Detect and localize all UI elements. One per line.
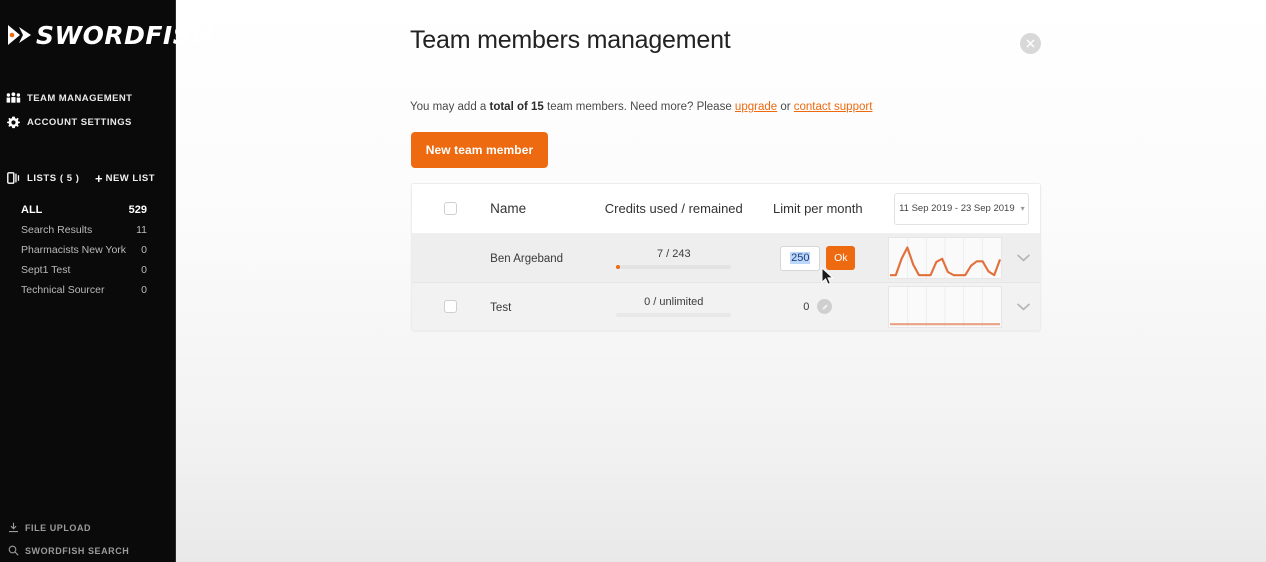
row-chart-cell	[884, 285, 1007, 328]
pencil-icon[interactable]	[817, 299, 833, 314]
sidebar-item-label: TEAM MANAGEMENT	[27, 92, 133, 104]
list-item[interactable]: Search Results 11	[0, 220, 175, 240]
list-item-count: 0	[141, 244, 147, 256]
header-credits-cell: Credits used / remained	[596, 201, 752, 216]
list-item-count: 0	[141, 264, 147, 276]
close-icon[interactable]	[1020, 33, 1041, 54]
column-header-limit: Limit per month	[773, 201, 863, 216]
credits-progress-bar	[616, 313, 732, 317]
row-name-cell: Ben Argeband	[488, 249, 595, 267]
sidebar-item-swordfish-search[interactable]: SWORDFISH SEARCH	[0, 539, 175, 562]
main-content: Team members management You may add a to…	[176, 0, 1266, 562]
limit-input[interactable]: 250	[780, 245, 821, 271]
quota-prefix: You may add a	[410, 101, 490, 113]
new-list-label: NEW LIST	[105, 172, 155, 184]
quota-conjunction: or	[777, 101, 794, 113]
lists-container: ALL 529 Search Results 11 Pharmacists New Yo…	[0, 200, 175, 300]
lists-header: LISTS ( 5 ) + NEW LIST	[0, 168, 175, 188]
row-limit-cell: 0	[752, 299, 884, 314]
sidebar-item-file-upload[interactable]: FILE UPLOAD	[0, 516, 175, 539]
lists-icon	[4, 171, 22, 185]
list-item-count: 529	[128, 204, 147, 216]
row-name-cell: Test	[488, 298, 595, 316]
team-members-table: Name Credits used / remained Limit per m…	[411, 183, 1041, 331]
quota-middle: team members. Need more? Please	[543, 101, 735, 113]
table-header-row: Name Credits used / remained Limit per m…	[412, 184, 1040, 234]
list-item[interactable]: ALL 529	[0, 200, 175, 220]
gear-icon	[4, 115, 22, 129]
search-icon	[5, 544, 21, 558]
list-item-name: ALL	[21, 204, 43, 216]
row-credits-cell: 0 / unlimited	[596, 296, 752, 317]
row-limit-cell: 250 Ok	[752, 245, 884, 271]
table-row[interactable]: Ben Argeband 7 / 243 250 Ok	[412, 234, 1040, 282]
sidebar: SWORDFISH TEAM MANAGEMENT ACCOUNT SETTIN…	[0, 0, 212, 562]
limit-ok-button[interactable]: Ok	[826, 246, 856, 270]
sidebar-nav: TEAM MANAGEMENT ACCOUNT SETTINGS	[0, 86, 175, 134]
select-all-checkbox[interactable]	[443, 202, 457, 215]
list-item-name: Pharmacists New York	[21, 244, 127, 256]
sidebar-footer: FILE UPLOAD SWORDFISH SEARCH	[0, 516, 175, 562]
plus-icon: +	[95, 170, 103, 186]
contact-support-link[interactable]: contact support	[794, 101, 873, 113]
chevron-down-icon: ▾	[1020, 204, 1025, 213]
list-item-name: Search Results	[21, 224, 93, 236]
limit-input-value: 250	[790, 252, 811, 264]
header-limit-cell: Limit per month	[752, 201, 884, 216]
row-expand-cell	[1007, 249, 1040, 267]
credits-text: 7 / 243	[656, 247, 691, 260]
quota-notice: You may add a total of 15 team members. …	[410, 101, 872, 113]
list-item[interactable]: Pharmacists New York 0	[0, 240, 175, 260]
list-item-name: Technical Sourcer	[21, 284, 105, 296]
sidebar-item-label: ACCOUNT SETTINGS	[27, 116, 132, 128]
upgrade-link[interactable]: upgrade	[735, 101, 777, 113]
list-item[interactable]: Technical Sourcer 0	[0, 280, 175, 300]
date-range-value: 11 Sep 2019 - 23 Sep 2019	[899, 203, 1015, 214]
list-item-name: Sept1 Test	[21, 264, 71, 276]
list-item-count: 0	[141, 284, 147, 296]
usage-sparkline	[888, 237, 1003, 279]
row-chart-cell	[884, 237, 1007, 279]
credits-text: 0 / unlimited	[644, 296, 704, 308]
column-header-name: Name	[490, 200, 527, 216]
limit-value: 0	[803, 300, 810, 313]
usage-sparkline	[888, 285, 1003, 328]
chevron-down-icon[interactable]	[1017, 298, 1030, 316]
progress-fill	[616, 264, 620, 269]
swordfish-logo-icon	[6, 22, 34, 48]
list-item-count: 11	[136, 224, 147, 236]
sidebar-footer-label: FILE UPLOAD	[25, 522, 92, 533]
brand-logo[interactable]: SWORDFISH	[0, 0, 212, 50]
table-row[interactable]: Test 0 / unlimited 0	[412, 282, 1040, 330]
date-range-selector[interactable]: 11 Sep 2019 - 23 Sep 2019 ▾	[894, 192, 1030, 225]
quota-total: total of 15	[489, 101, 544, 113]
chevron-down-icon[interactable]	[1017, 249, 1030, 267]
header-name-cell: Name	[488, 200, 595, 218]
header-daterange-cell: 11 Sep 2019 - 23 Sep 2019 ▾	[884, 192, 1040, 225]
upload-icon	[5, 521, 21, 535]
column-header-credits: Credits used / remained	[604, 201, 743, 216]
row-checkbox[interactable]	[443, 300, 457, 313]
lists-title: LISTS ( 5 )	[27, 172, 80, 184]
select-all-cell	[412, 202, 488, 215]
sidebar-footer-label: SWORDFISH SEARCH	[25, 545, 130, 556]
credits-progress-bar	[616, 264, 732, 269]
new-list-button[interactable]: + NEW LIST	[95, 172, 155, 185]
list-item[interactable]: Sept1 Test 0	[0, 260, 175, 280]
team-icon	[4, 91, 22, 105]
sidebar-item-account-settings[interactable]: ACCOUNT SETTINGS	[0, 110, 175, 134]
page-title: Team members management	[410, 26, 731, 54]
member-name: Ben Argeband	[490, 253, 564, 265]
row-credits-cell: 7 / 243	[596, 248, 752, 269]
row-select-cell	[412, 300, 488, 313]
member-name: Test	[490, 301, 512, 314]
row-expand-cell	[1007, 298, 1040, 316]
sidebar-item-team-management[interactable]: TEAM MANAGEMENT	[0, 86, 175, 110]
new-team-member-button[interactable]: New team member	[411, 132, 548, 168]
table-body: Ben Argeband 7 / 243 250 Ok Test 0 / unlimite…	[412, 234, 1040, 330]
